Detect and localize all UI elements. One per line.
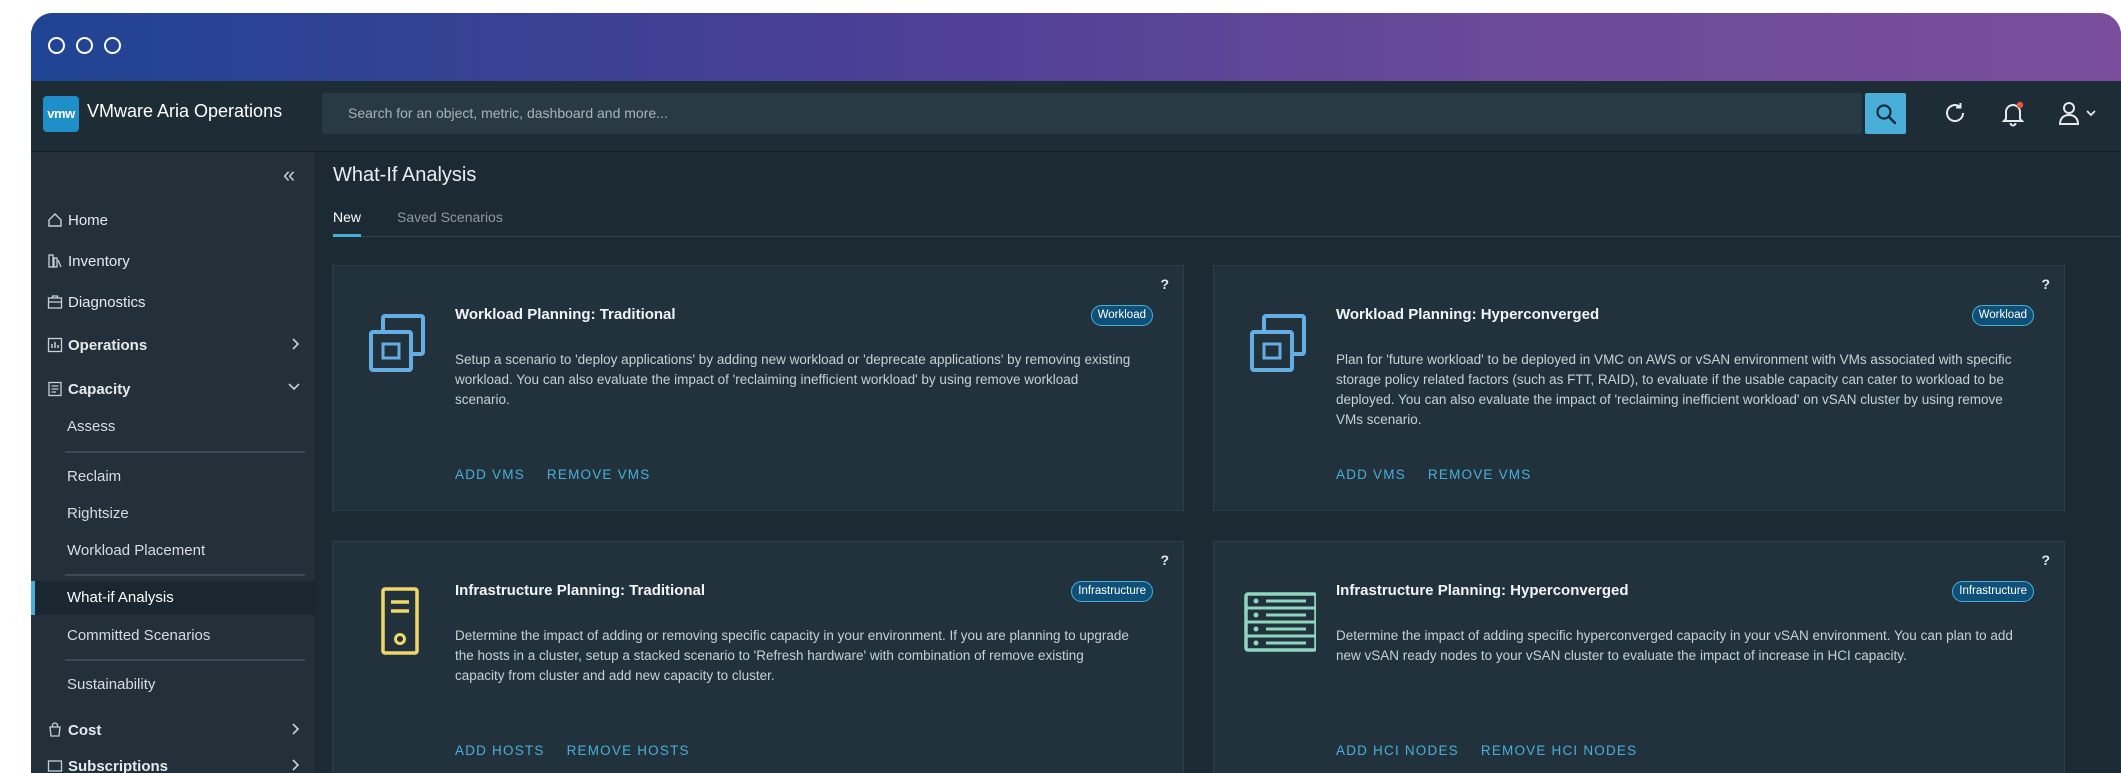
user-menu-button[interactable] (2054, 95, 2100, 131)
host-icon (363, 586, 435, 658)
sidebar-item-label: Subscriptions (68, 758, 168, 773)
search-placeholder: Search for an object, metric, dashboard … (348, 105, 668, 121)
sidebar-item-home[interactable]: Home (31, 204, 316, 236)
notifications-button[interactable] (1995, 95, 2031, 131)
tab-saved-scenarios[interactable]: Saved Scenarios (397, 204, 503, 237)
help-icon[interactable]: ? (2041, 552, 2050, 568)
sidebar-divider (65, 451, 305, 453)
remove-vms-button[interactable]: REMOVE VMS (1428, 467, 1532, 482)
scenario-card-workload-hyperconverged: ? Workload Planning: Hyperconverged Work… (1213, 265, 2065, 511)
refresh-icon (1942, 100, 1968, 126)
scenario-card-infrastructure-hyperconverged: ? Infrastructure Planning: Hyperconverge… (1213, 541, 2065, 773)
vm-copy-icon (1244, 310, 1316, 382)
card-title: Infrastructure Planning: Hyperconverged (1336, 582, 1629, 599)
sidebar-item-label: Diagnostics (68, 294, 146, 311)
sidebar-item-label: Inventory (68, 253, 130, 270)
window-controls (48, 37, 121, 54)
sidebar-item-subscriptions[interactable]: Subscriptions (31, 750, 316, 773)
card-actions: ADD HOSTS REMOVE HOSTS (455, 743, 690, 758)
product-name[interactable]: VMware Aria Operations (87, 101, 282, 122)
sidebar-item-label: Capacity (68, 381, 131, 398)
remove-hci-nodes-button[interactable]: REMOVE HCI NODES (1481, 743, 1637, 758)
sidebar-subitem-assess[interactable]: Assess (31, 410, 316, 444)
help-icon[interactable]: ? (1160, 276, 1169, 292)
sidebar-item-cost[interactable]: Cost (31, 714, 316, 746)
card-actions: ADD VMS REMOVE VMS (1336, 467, 1531, 482)
sidebar-subitem-committed-scenarios[interactable]: Committed Scenarios (31, 619, 316, 653)
chevron-right-icon (288, 757, 302, 773)
sidebar-item-label: Home (68, 212, 108, 229)
vmw-logo[interactable]: vmw (43, 96, 79, 132)
sidebar-divider (65, 659, 305, 661)
card-description: Determine the impact of adding or removi… (455, 626, 1135, 686)
app-header: vmw VMware Aria Operations Search for an… (31, 81, 2121, 152)
card-title: Infrastructure Planning: Traditional (455, 582, 705, 599)
chevron-down-icon (2085, 107, 2097, 119)
chevron-down-icon (286, 380, 302, 398)
workload-badge: Workload (1972, 305, 2034, 326)
page-title: What-If Analysis (333, 164, 476, 187)
help-icon[interactable]: ? (2041, 276, 2050, 292)
sidebar-subitem-rightsize[interactable]: Rightsize (31, 497, 316, 531)
sidebar-divider (65, 574, 305, 576)
tab-bar: New Saved Scenarios (333, 204, 2121, 237)
window-titlebar (31, 13, 2121, 81)
infrastructure-badge: Infrastructure (1071, 581, 1153, 602)
main-content: What-If Analysis New Saved Scenarios ? W… (317, 152, 2121, 773)
search-icon (1875, 103, 1897, 125)
sidebar-item-operations[interactable]: Operations (31, 329, 316, 361)
window-close-button[interactable] (48, 37, 65, 54)
sidebar-subitem-sustainability[interactable]: Sustainability (31, 668, 316, 702)
operations-icon (47, 337, 63, 353)
search-button[interactable] (1865, 93, 1906, 134)
diagnostics-icon (47, 294, 63, 310)
home-icon (47, 212, 63, 228)
vm-copy-icon (363, 310, 435, 382)
hci-rack-icon (1244, 586, 1316, 658)
card-actions: ADD HCI NODES REMOVE HCI NODES (1336, 743, 1637, 758)
double-chevron-left-icon[interactable]: « (283, 162, 295, 188)
app-window: vmw VMware Aria Operations Search for an… (31, 13, 2121, 773)
card-actions: ADD VMS REMOVE VMS (455, 467, 650, 482)
sidebar-subitem-workload-placement[interactable]: Workload Placement (31, 534, 316, 568)
scenario-card-infrastructure-traditional: ? Infrastructure Planning: Traditional I… (332, 541, 1184, 773)
inventory-icon (47, 253, 63, 269)
sidebar-item-label: Operations (68, 337, 147, 354)
search-input[interactable]: Search for an object, metric, dashboard … (322, 93, 1862, 134)
add-vms-button[interactable]: ADD VMS (1336, 467, 1406, 482)
tab-new[interactable]: New (333, 204, 361, 237)
window-maximize-button[interactable] (104, 37, 121, 54)
infrastructure-badge: Infrastructure (1952, 581, 2034, 602)
sidebar-item-label: Cost (68, 722, 101, 739)
remove-vms-button[interactable]: REMOVE VMS (547, 467, 651, 482)
add-vms-button[interactable]: ADD VMS (455, 467, 525, 482)
capacity-icon (47, 381, 63, 397)
refresh-button[interactable] (1937, 95, 1973, 131)
add-hosts-button[interactable]: ADD HOSTS (455, 743, 545, 758)
card-description: Setup a scenario to 'deploy applications… (455, 350, 1135, 410)
card-title: Workload Planning: Hyperconverged (1336, 306, 1599, 323)
sidebar: « Home Inventory Diagnostics Operations … (31, 152, 316, 773)
sidebar-subitem-what-if-analysis[interactable]: What-if Analysis (31, 581, 316, 615)
chevron-right-icon (288, 336, 302, 356)
card-description: Plan for 'future workload' to be deploye… (1336, 350, 2016, 430)
sidebar-item-capacity[interactable]: Capacity (31, 373, 316, 405)
workload-badge: Workload (1091, 305, 1153, 326)
sidebar-subitem-reclaim[interactable]: Reclaim (31, 460, 316, 494)
subscriptions-icon (47, 758, 63, 773)
chevron-right-icon (288, 721, 302, 741)
add-hci-nodes-button[interactable]: ADD HCI NODES (1336, 743, 1459, 758)
scenario-card-workload-traditional: ? Workload Planning: Traditional Workloa… (332, 265, 1184, 511)
window-minimize-button[interactable] (76, 37, 93, 54)
bell-icon (1999, 99, 2027, 127)
card-description: Determine the impact of adding specific … (1336, 626, 2016, 666)
sidebar-item-diagnostics[interactable]: Diagnostics (31, 286, 316, 318)
remove-hosts-button[interactable]: REMOVE HOSTS (567, 743, 690, 758)
user-icon (2057, 100, 2081, 126)
help-icon[interactable]: ? (1160, 552, 1169, 568)
card-title: Workload Planning: Traditional (455, 306, 676, 323)
cost-icon (47, 722, 63, 738)
sidebar-item-inventory[interactable]: Inventory (31, 245, 316, 277)
